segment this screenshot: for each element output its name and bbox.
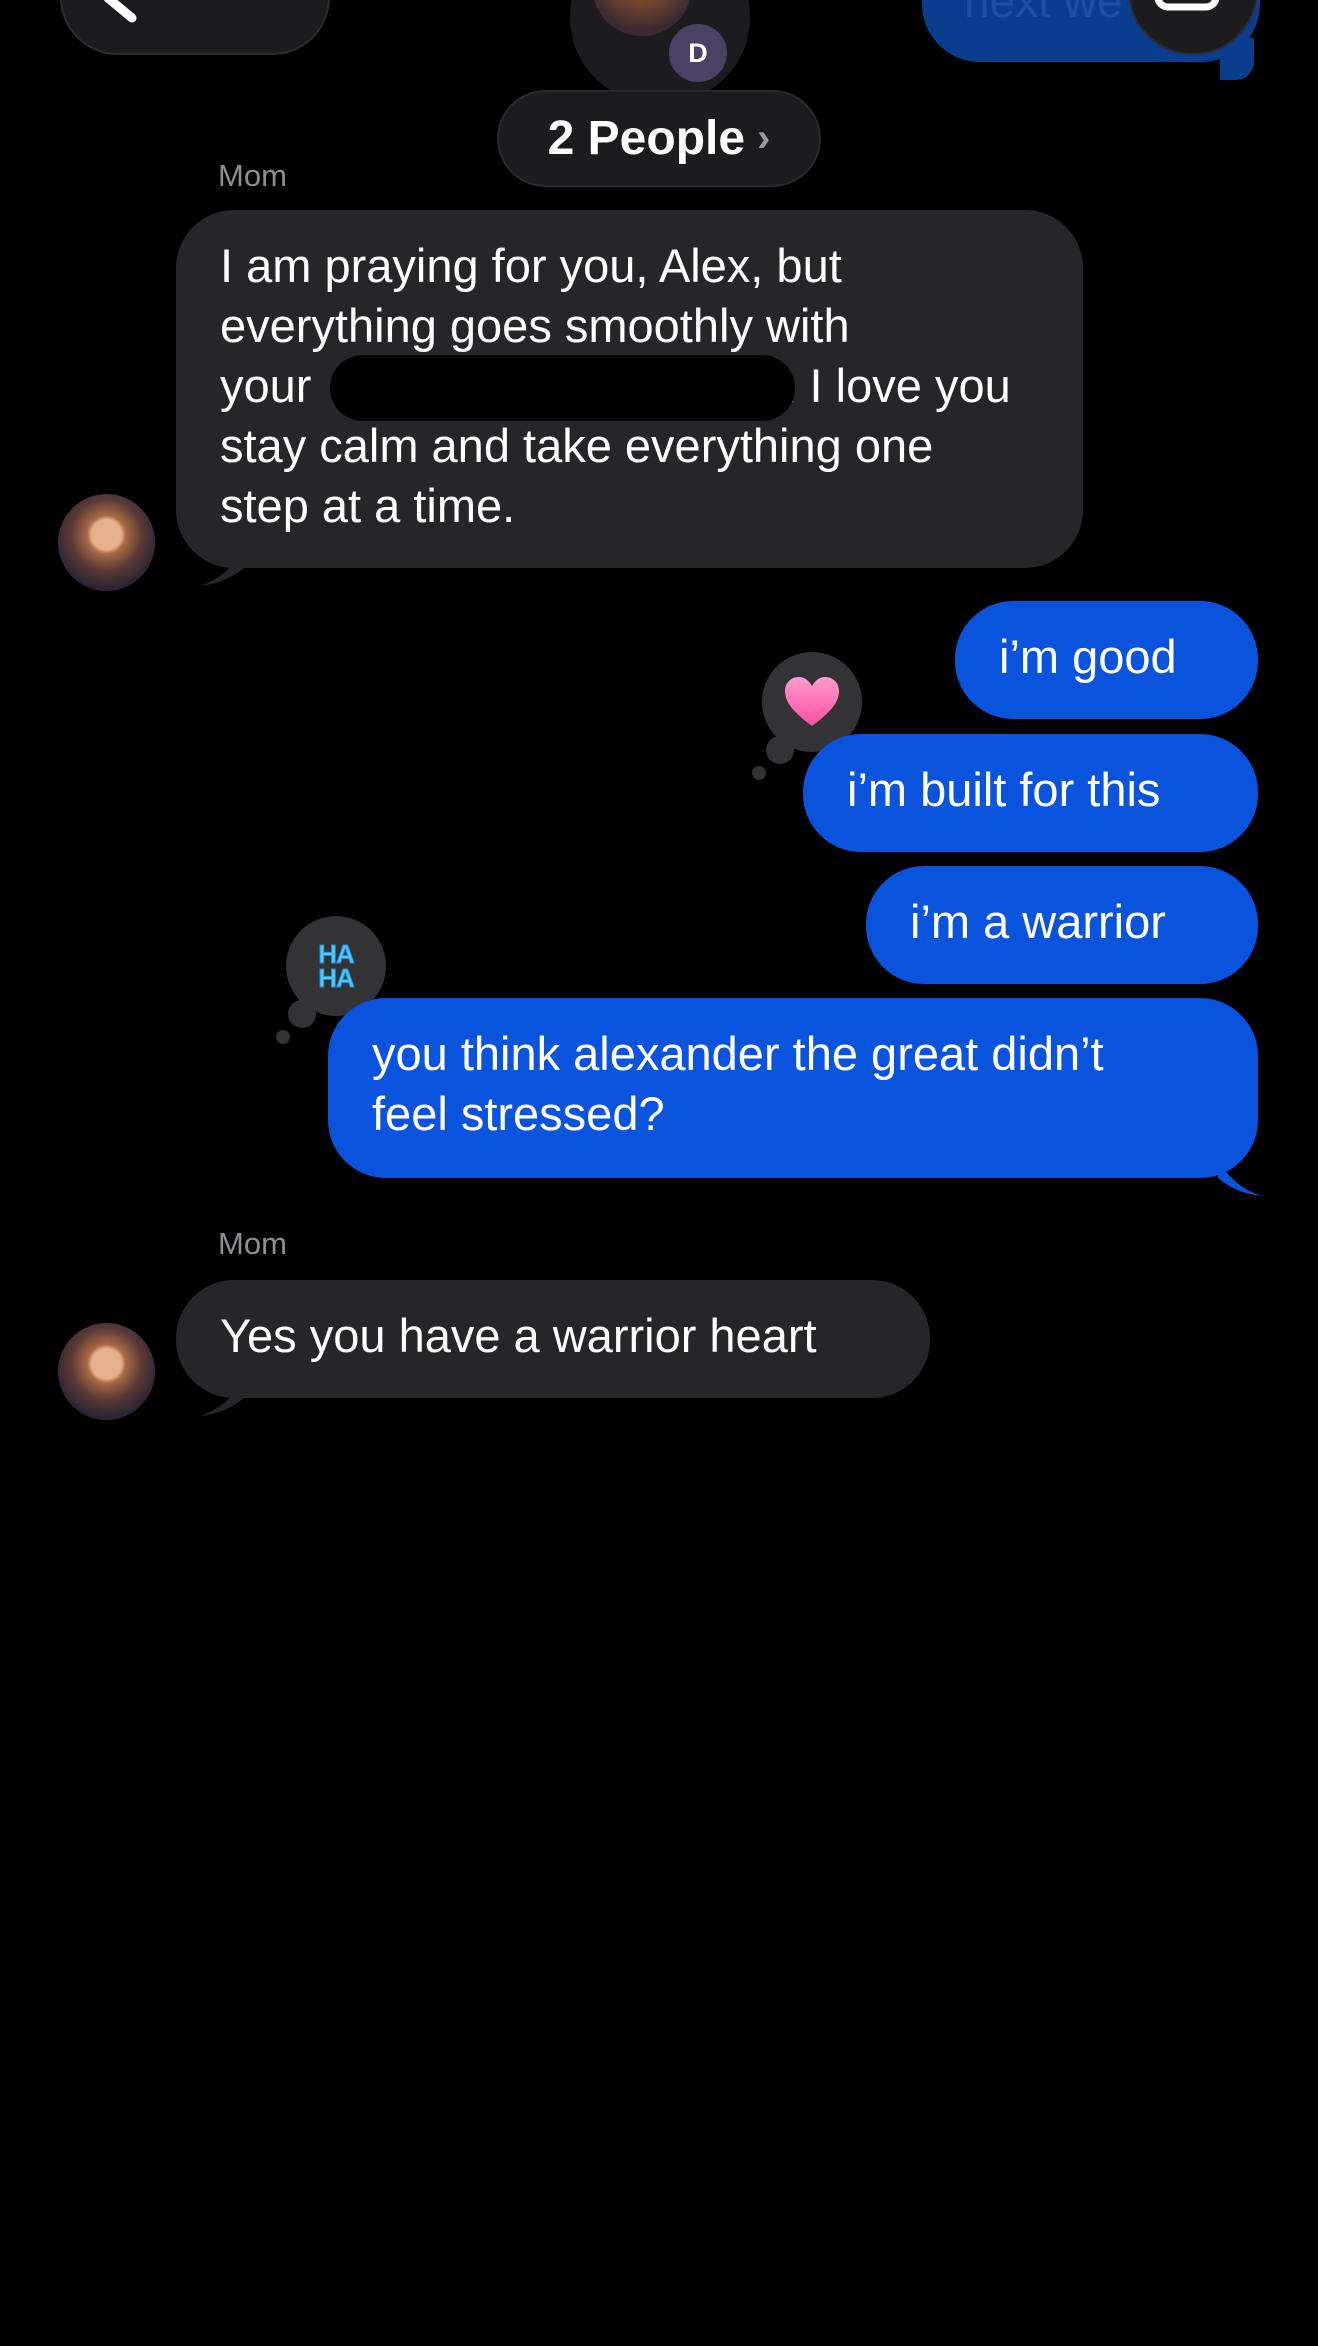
bubble-tail: [200, 1378, 244, 1416]
heart-icon: [785, 677, 839, 726]
haha-icon: HA HA: [318, 939, 356, 993]
message-line: stay calm and take everything one: [220, 419, 934, 472]
outgoing-message-bubble[interactable]: i’m good: [955, 601, 1258, 719]
reaction-dot: [288, 1000, 316, 1028]
message-text: Yes you have a warrior heart: [220, 1309, 817, 1362]
message-text: i’m built for this: [847, 763, 1161, 816]
message-line: I am praying for you, Alex, but: [220, 239, 842, 292]
sender-name: Mom: [218, 158, 287, 193]
message-fragment: . I love you: [783, 359, 1011, 412]
people-label: 2 People: [547, 112, 746, 165]
message-text: i’m a warrior: [910, 895, 1166, 948]
outgoing-message-bubble[interactable]: i’m a warrior: [866, 866, 1258, 984]
reaction-dot: [752, 766, 766, 780]
incoming-message-bubble[interactable]: Yes you have a warrior heart: [176, 1280, 930, 1398]
message-line: everything goes smoothly with: [220, 299, 850, 352]
chevron-right-icon: ›: [757, 116, 771, 160]
redaction-mark: [330, 355, 795, 421]
back-button[interactable]: [60, 0, 330, 55]
avatar[interactable]: [58, 1323, 155, 1420]
bubble-tail: [200, 548, 244, 586]
contact-initial-badge: D: [665, 20, 731, 86]
message-text: i’m good: [999, 630, 1177, 683]
message-line: you think alexander the great didn’t: [372, 1027, 1104, 1080]
previous-message-text: next we: [964, 0, 1123, 27]
avatar[interactable]: [58, 494, 155, 591]
reaction-dot: [276, 1030, 290, 1044]
message-fragment: your: [220, 359, 312, 412]
reaction-dot: [766, 736, 794, 764]
outgoing-message-bubble[interactable]: you think alexander the great didn’t fee…: [328, 998, 1258, 1178]
video-camera-icon: [1154, 0, 1220, 11]
sender-name: Mom: [218, 1226, 287, 1261]
group-details-button[interactable]: 2 People ›: [497, 90, 821, 187]
message-line: feel stressed?: [372, 1087, 665, 1140]
message-line: step at a time.: [220, 479, 516, 532]
outgoing-message-bubble[interactable]: i’m built for this: [803, 734, 1258, 852]
chevron-left-icon: [103, 0, 137, 23]
bubble-tail: [1218, 1158, 1262, 1196]
